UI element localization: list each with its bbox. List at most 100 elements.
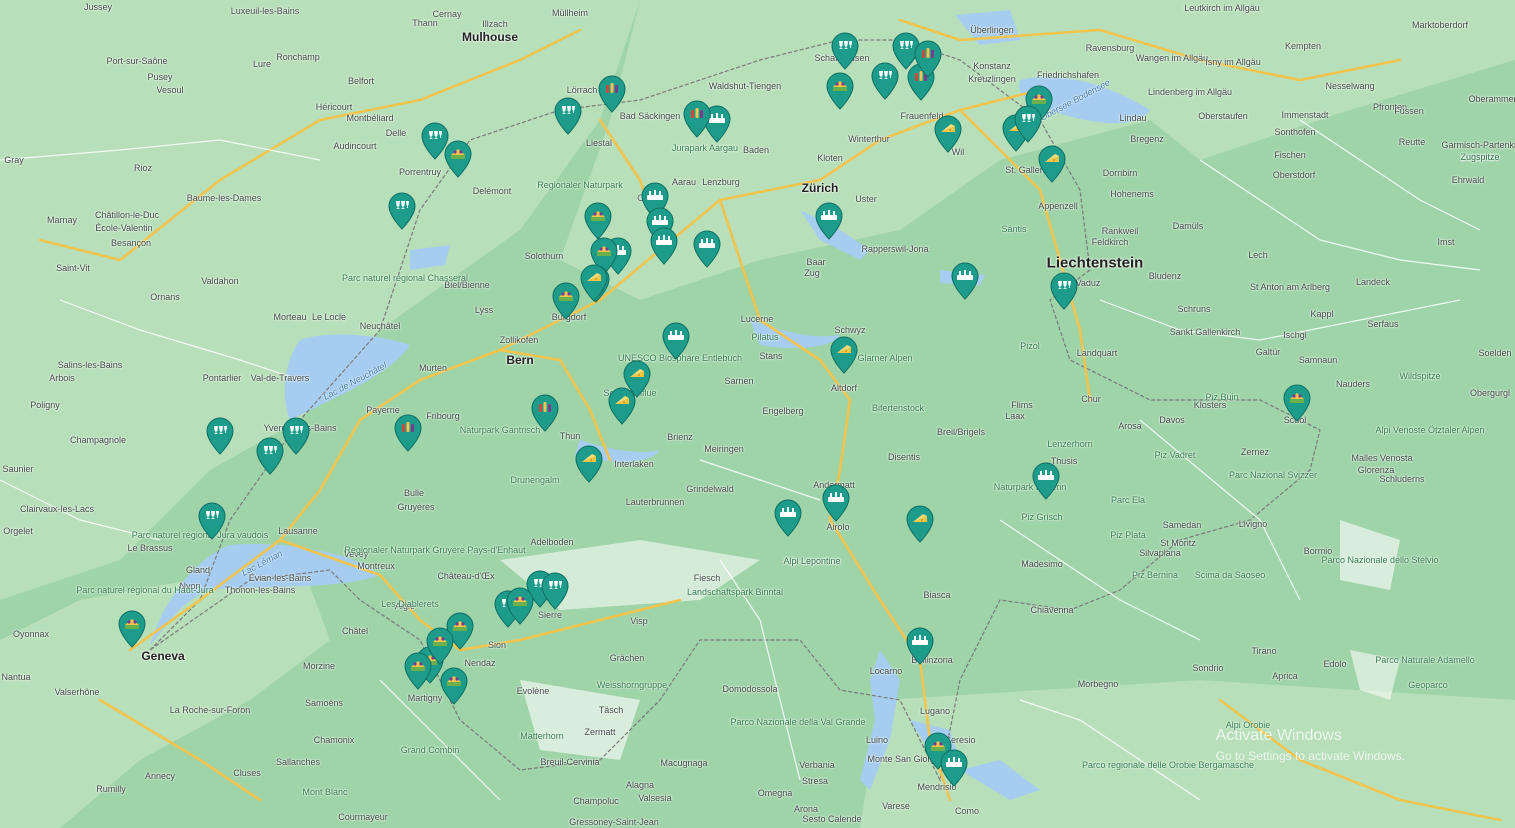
town-label: Ischgl xyxy=(1283,330,1307,340)
town-label: Bulle xyxy=(403,488,425,498)
tasting-map-marker[interactable] xyxy=(905,627,935,665)
park-label: Regionaler Naturpark xyxy=(537,180,623,190)
cheese-map-marker[interactable] xyxy=(607,387,637,425)
town-label: Engelberg xyxy=(762,406,804,416)
wine-icon xyxy=(198,502,226,540)
tasting-map-marker[interactable] xyxy=(950,262,980,300)
vineyard-icon xyxy=(506,587,534,625)
bottles-map-marker[interactable] xyxy=(913,40,943,78)
vineyard-map-marker[interactable] xyxy=(505,587,535,625)
cheese-icon xyxy=(906,505,934,543)
town-label: Rankweil xyxy=(1101,226,1139,236)
town-label: Uster xyxy=(855,194,877,204)
wine-map-marker[interactable] xyxy=(830,32,860,70)
town-label: Murten xyxy=(418,363,448,373)
vineyard-map-marker[interactable] xyxy=(551,282,581,320)
town-label: Sallanches xyxy=(275,757,321,767)
town-label: Adelboden xyxy=(530,537,574,547)
tasting-map-marker[interactable] xyxy=(692,230,722,268)
bottles-map-marker[interactable] xyxy=(597,75,627,113)
town-label: Nesselwang xyxy=(1325,81,1375,91)
tasting-map-marker[interactable] xyxy=(1031,462,1061,500)
bottles-map-marker[interactable] xyxy=(393,414,423,452)
town-label: Konstanz xyxy=(973,61,1011,71)
wine-map-marker[interactable] xyxy=(1013,105,1043,143)
town-label: Alagna xyxy=(625,780,655,790)
vineyard-map-marker[interactable] xyxy=(439,667,469,705)
wine-map-marker[interactable] xyxy=(387,192,417,230)
tasting-map-marker[interactable] xyxy=(814,202,844,240)
town-label: Wangen im Allgäu xyxy=(1135,53,1209,63)
town-label: Appenzell xyxy=(1038,201,1078,211)
wine-map-marker[interactable] xyxy=(1049,272,1079,310)
town-label: Arosa xyxy=(1118,421,1142,431)
park-label: Parc Nazional Svizzer xyxy=(1228,470,1318,480)
cheese-map-marker[interactable] xyxy=(574,445,604,483)
park-label: Piz Plata xyxy=(1110,530,1146,540)
town-label: Galtür xyxy=(1255,347,1281,357)
tasting-icon xyxy=(822,484,850,522)
park-label: Parc naturel régional du Haut-Jura xyxy=(76,585,214,595)
town-label: Pontarlier xyxy=(202,373,242,383)
town-label: Leutkirch im Allgäu xyxy=(1184,3,1260,13)
wine-map-marker[interactable] xyxy=(197,502,227,540)
town-label: Damüls xyxy=(1172,221,1204,231)
town-label: Gruyères xyxy=(397,502,435,512)
vineyard-map-marker[interactable] xyxy=(117,610,147,648)
cheese-map-marker[interactable] xyxy=(829,336,859,374)
town-label: Gland xyxy=(185,565,211,575)
vineyard-map-marker[interactable] xyxy=(825,72,855,110)
park-label: Parc naturel régional Chasseral xyxy=(341,273,469,283)
tasting-map-marker[interactable] xyxy=(773,499,803,537)
park-label: Piz Bernina xyxy=(1131,570,1179,580)
town-label: Sesto Calende xyxy=(802,814,862,824)
town-label: Samoëns xyxy=(304,698,344,708)
town-label: Saunier xyxy=(2,464,34,474)
town-label: Sarnen xyxy=(724,376,754,386)
town-label: Lyss xyxy=(474,305,494,315)
tasting-map-marker[interactable] xyxy=(939,749,969,787)
watermark-subtitle: Go to Settings to activate Windows. xyxy=(1215,749,1405,763)
wine-map-marker[interactable] xyxy=(870,62,900,100)
town-label: Vesoul xyxy=(156,85,184,95)
vineyard-map-marker[interactable] xyxy=(425,627,455,665)
tasting-map-marker[interactable] xyxy=(649,227,679,265)
cheese-map-marker[interactable] xyxy=(933,115,963,153)
wine-map-marker[interactable] xyxy=(540,572,570,610)
wine-map-marker[interactable] xyxy=(255,437,285,475)
town-label: Lindenberg im Allgäu xyxy=(1147,87,1233,97)
bottles-map-marker[interactable] xyxy=(530,394,560,432)
town-label: Illzach xyxy=(482,19,508,29)
vineyard-map-marker[interactable] xyxy=(443,140,473,178)
wine-map-marker[interactable] xyxy=(553,97,583,135)
vineyard-icon xyxy=(444,140,472,178)
park-label: Parco Naturale Adamello xyxy=(1375,655,1475,665)
vineyard-map-marker[interactable] xyxy=(1282,384,1312,422)
cheese-map-marker[interactable] xyxy=(1037,145,1067,183)
map-canvas[interactable]: Liechtenstein Zürich Bern Geneva Mulhouse Jus… xyxy=(0,0,1515,828)
wine-map-marker[interactable] xyxy=(281,417,311,455)
park-label: Mont Blanc xyxy=(302,787,348,797)
tasting-map-marker[interactable] xyxy=(821,484,851,522)
town-label: Aarau xyxy=(671,177,697,187)
wine-map-marker[interactable] xyxy=(205,417,235,455)
town-label: Morbegno xyxy=(1077,679,1119,689)
cheese-map-marker[interactable] xyxy=(905,505,935,543)
cheese-map-marker[interactable] xyxy=(579,264,609,302)
town-label: Courmayeur xyxy=(338,812,388,822)
town-label: Chiavenna xyxy=(1030,605,1074,615)
cheese-icon xyxy=(580,264,608,302)
town-label: Orgelet xyxy=(3,526,33,536)
town-label: Rapperswil-Jona xyxy=(861,244,929,254)
bottles-map-marker[interactable] xyxy=(682,100,712,138)
town-label: Visp xyxy=(630,616,648,626)
town-label: Morzine xyxy=(302,661,336,671)
vineyard-icon xyxy=(440,667,468,705)
bottles-icon xyxy=(683,100,711,138)
town-label: Zermatt xyxy=(584,727,616,737)
vineyard-map-marker[interactable] xyxy=(583,202,613,240)
town-label: Arbois xyxy=(49,373,75,383)
tasting-icon xyxy=(951,262,979,300)
town-label: Neuchâtel xyxy=(359,321,401,331)
tasting-map-marker[interactable] xyxy=(661,322,691,360)
